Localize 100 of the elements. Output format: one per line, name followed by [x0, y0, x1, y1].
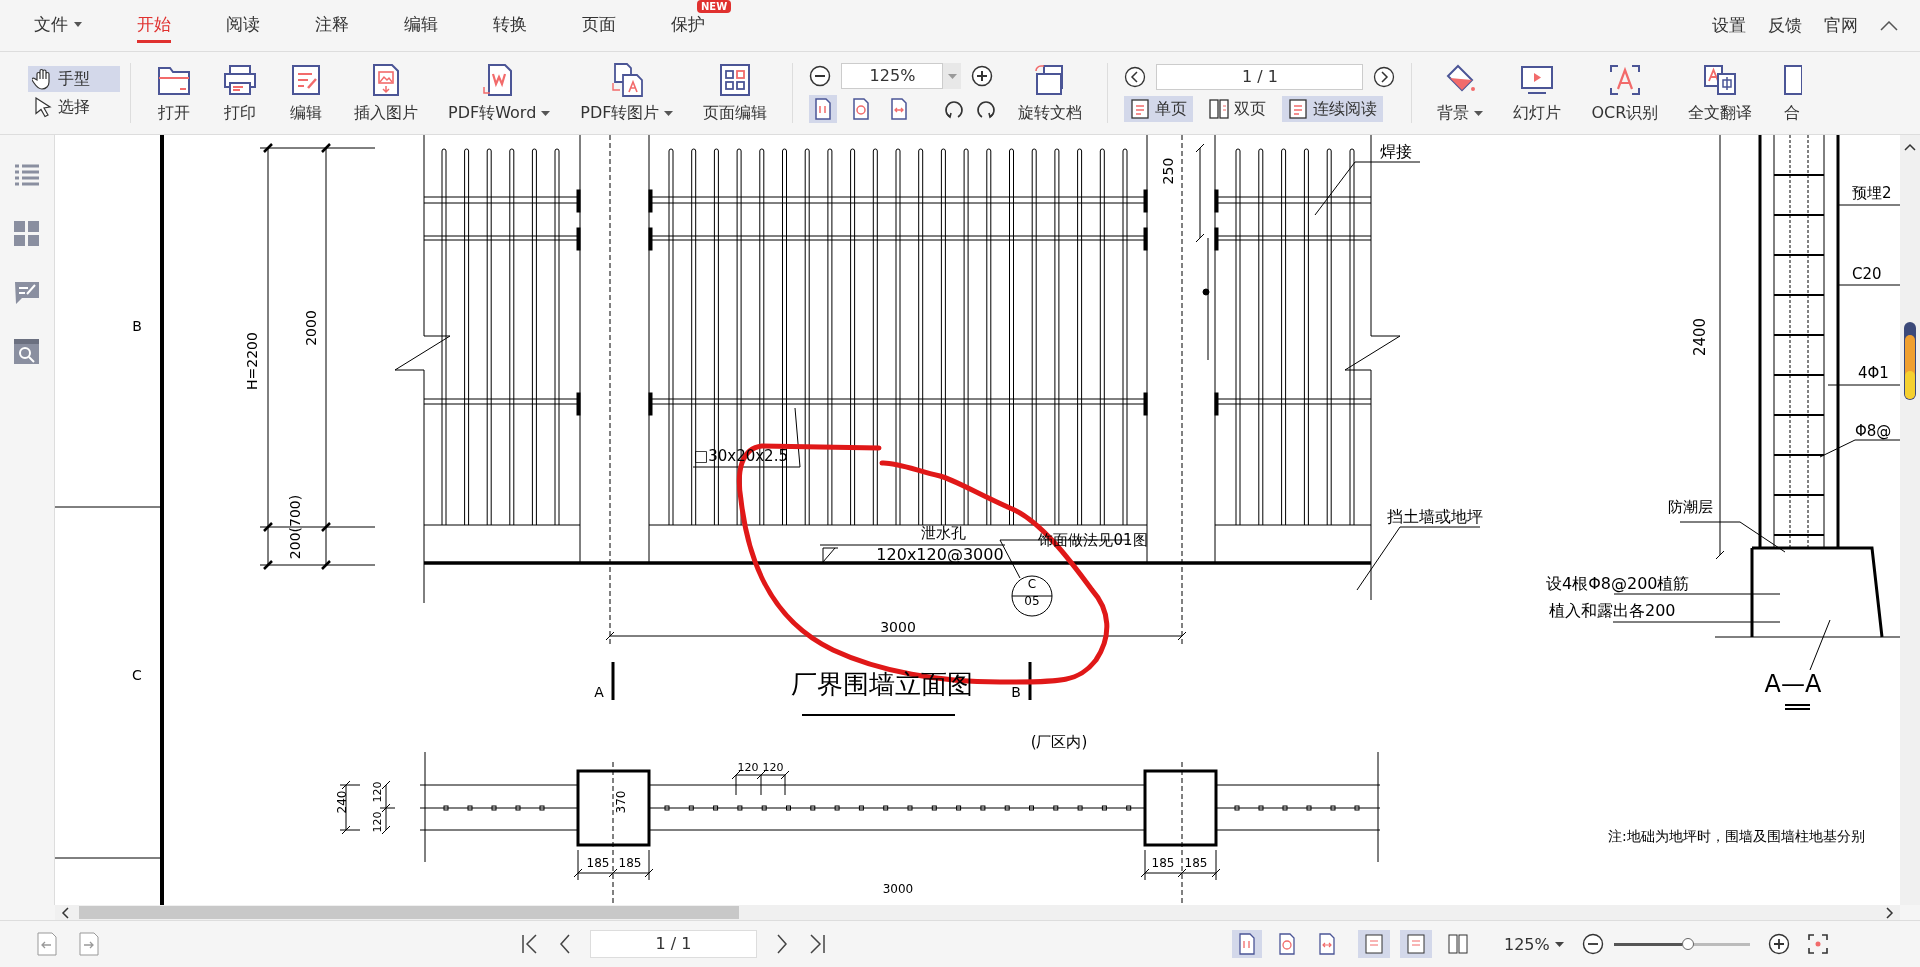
document-icon: [1782, 62, 1803, 97]
rotate-left-icon[interactable]: [943, 98, 966, 120]
toolbar-button[interactable]: 编辑: [273, 62, 339, 124]
toolbar-button[interactable]: 打印: [207, 62, 273, 124]
last-page-icon[interactable]: [807, 933, 827, 955]
menu-tab[interactable]: 转换: [493, 8, 527, 43]
drawing-label: 3000: [882, 882, 914, 896]
tool-button[interactable]: 手型: [28, 66, 120, 92]
scroll-left-icon[interactable]: [61, 906, 69, 919]
toolbar-button[interactable]: PDF转Word: [433, 62, 566, 124]
caret-icon: [1474, 110, 1484, 116]
menu-link[interactable]: 反馈: [1768, 14, 1802, 37]
toolbar-button[interactable]: 背景: [1422, 62, 1499, 124]
rotate-document-button[interactable]: 旋转文档: [1003, 62, 1098, 124]
toolbar-button[interactable]: PDF转图片: [565, 62, 689, 124]
page-icon: [1238, 933, 1256, 955]
toolbar-button[interactable]: 插入图片: [339, 62, 433, 124]
zoom-out-icon[interactable]: [1581, 933, 1604, 955]
back-icon[interactable]: [36, 932, 58, 956]
drawing-label: 200(700): [287, 494, 303, 560]
drawing-label: 185: [618, 856, 642, 870]
list-icon[interactable]: [14, 163, 40, 187]
previous-page-icon[interactable]: [558, 933, 572, 955]
page-icon: [1364, 933, 1384, 955]
translate-icon: [1702, 62, 1739, 97]
cursor-icon: [32, 96, 54, 118]
menu-link[interactable]: 设置: [1712, 14, 1746, 37]
tool-button[interactable]: 选择: [28, 94, 120, 120]
scroll-right-icon[interactable]: [1886, 906, 1894, 919]
page-field[interactable]: 1 / 1: [590, 930, 757, 958]
page-field[interactable]: 1 / 1: [1156, 64, 1364, 90]
scroll-up-icon[interactable]: [1904, 143, 1916, 151]
menu-tab[interactable]: 页面: [582, 8, 616, 43]
vertical-scrollbar[interactable]: [1900, 135, 1920, 905]
menu-tab[interactable]: 阅读: [226, 8, 260, 43]
page-icon: [1318, 933, 1336, 955]
scroll-thumb[interactable]: [79, 906, 739, 919]
zoom-field[interactable]: 125%: [841, 63, 944, 89]
next-page-icon[interactable]: [775, 933, 789, 955]
previous-page-icon[interactable]: [1124, 66, 1147, 88]
drawing-label: 防潮层: [1667, 498, 1713, 516]
toolbar-button[interactable]: 幻灯片: [1498, 62, 1577, 124]
drawing-label: 设4根Φ8@200植筋: [1546, 574, 1690, 593]
layout-button[interactable]: [1358, 930, 1390, 958]
menu-tab[interactable]: 文件: [34, 8, 82, 43]
drawing-label: 120: [737, 761, 759, 774]
drawing-label: 240: [335, 790, 349, 814]
drawing-label: 焊接: [1380, 142, 1412, 161]
toolbar-button[interactable]: 合: [1767, 62, 1818, 124]
rotate-right-icon[interactable]: [975, 98, 998, 120]
toolbar-button[interactable]: OCR识别: [1576, 62, 1674, 124]
zoom-out-icon[interactable]: [809, 65, 832, 87]
thumbnails-icon[interactable]: [14, 221, 40, 247]
drawing-label: 挡土墙或地坪: [1387, 507, 1483, 526]
search-icon[interactable]: [14, 339, 40, 365]
drawing-label: 120: [371, 781, 384, 803]
layout-button[interactable]: 连续阅读: [1282, 96, 1384, 122]
menu-tab[interactable]: 开始: [137, 8, 171, 43]
drawing-label: (厂区内): [1030, 733, 1088, 751]
drawing-label: 3000: [880, 619, 916, 635]
drawing-label: 植入和露出各200: [1549, 601, 1676, 620]
menu-link[interactable]: 官网: [1824, 14, 1858, 37]
drawing-label: 185: [1184, 856, 1208, 870]
toolbar-button[interactable]: 打开: [141, 62, 207, 124]
slider-thumb[interactable]: [1681, 937, 1694, 950]
drawing-label: H=2200: [244, 332, 260, 390]
drawing-label: 370: [614, 790, 628, 814]
horizontal-scrollbar[interactable]: [55, 905, 1900, 920]
menu-tab[interactable]: 注释: [315, 8, 349, 43]
drawing-label: 120x120@3000: [876, 545, 1004, 564]
zoom-in-icon[interactable]: [1767, 933, 1790, 955]
drawing-label: 2000: [303, 310, 319, 346]
forward-icon[interactable]: [78, 932, 100, 956]
drawing-label: 泄水孔: [920, 524, 966, 542]
view-button[interactable]: [1232, 930, 1262, 958]
page-icon: [1448, 933, 1468, 955]
fullscreen-icon[interactable]: [1807, 934, 1828, 954]
annotation-icon[interactable]: [14, 281, 40, 305]
fit-button[interactable]: [809, 95, 838, 123]
zoom-in-icon[interactable]: [971, 65, 994, 87]
next-page-icon[interactable]: [1373, 66, 1396, 88]
zoom-dropdown[interactable]: [943, 63, 962, 89]
grid-label: C: [132, 667, 142, 683]
drawing-label: C: [1027, 577, 1037, 591]
printer-icon: [222, 62, 258, 97]
drawing-label: 预埋2: [1852, 184, 1892, 202]
layout-button[interactable]: [1400, 930, 1432, 958]
layout-button[interactable]: 单页: [1124, 96, 1194, 122]
drawing-label: 185: [586, 856, 610, 870]
zoom-dropdown[interactable]: 125%: [1504, 934, 1564, 954]
page-icon: [890, 98, 909, 120]
layout-button[interactable]: 双页: [1203, 96, 1273, 122]
collapse-icon[interactable]: [1880, 20, 1898, 31]
drawing-label: B: [1011, 684, 1021, 700]
toolbar-button[interactable]: 页面编辑: [688, 62, 783, 124]
toolbar-button[interactable]: 全文翻译: [1673, 62, 1768, 124]
first-page-icon[interactable]: [520, 933, 540, 955]
drawing-label: 4Φ1: [1858, 364, 1889, 382]
caret-icon: [1554, 941, 1564, 947]
menu-tab[interactable]: 编辑: [404, 8, 438, 43]
